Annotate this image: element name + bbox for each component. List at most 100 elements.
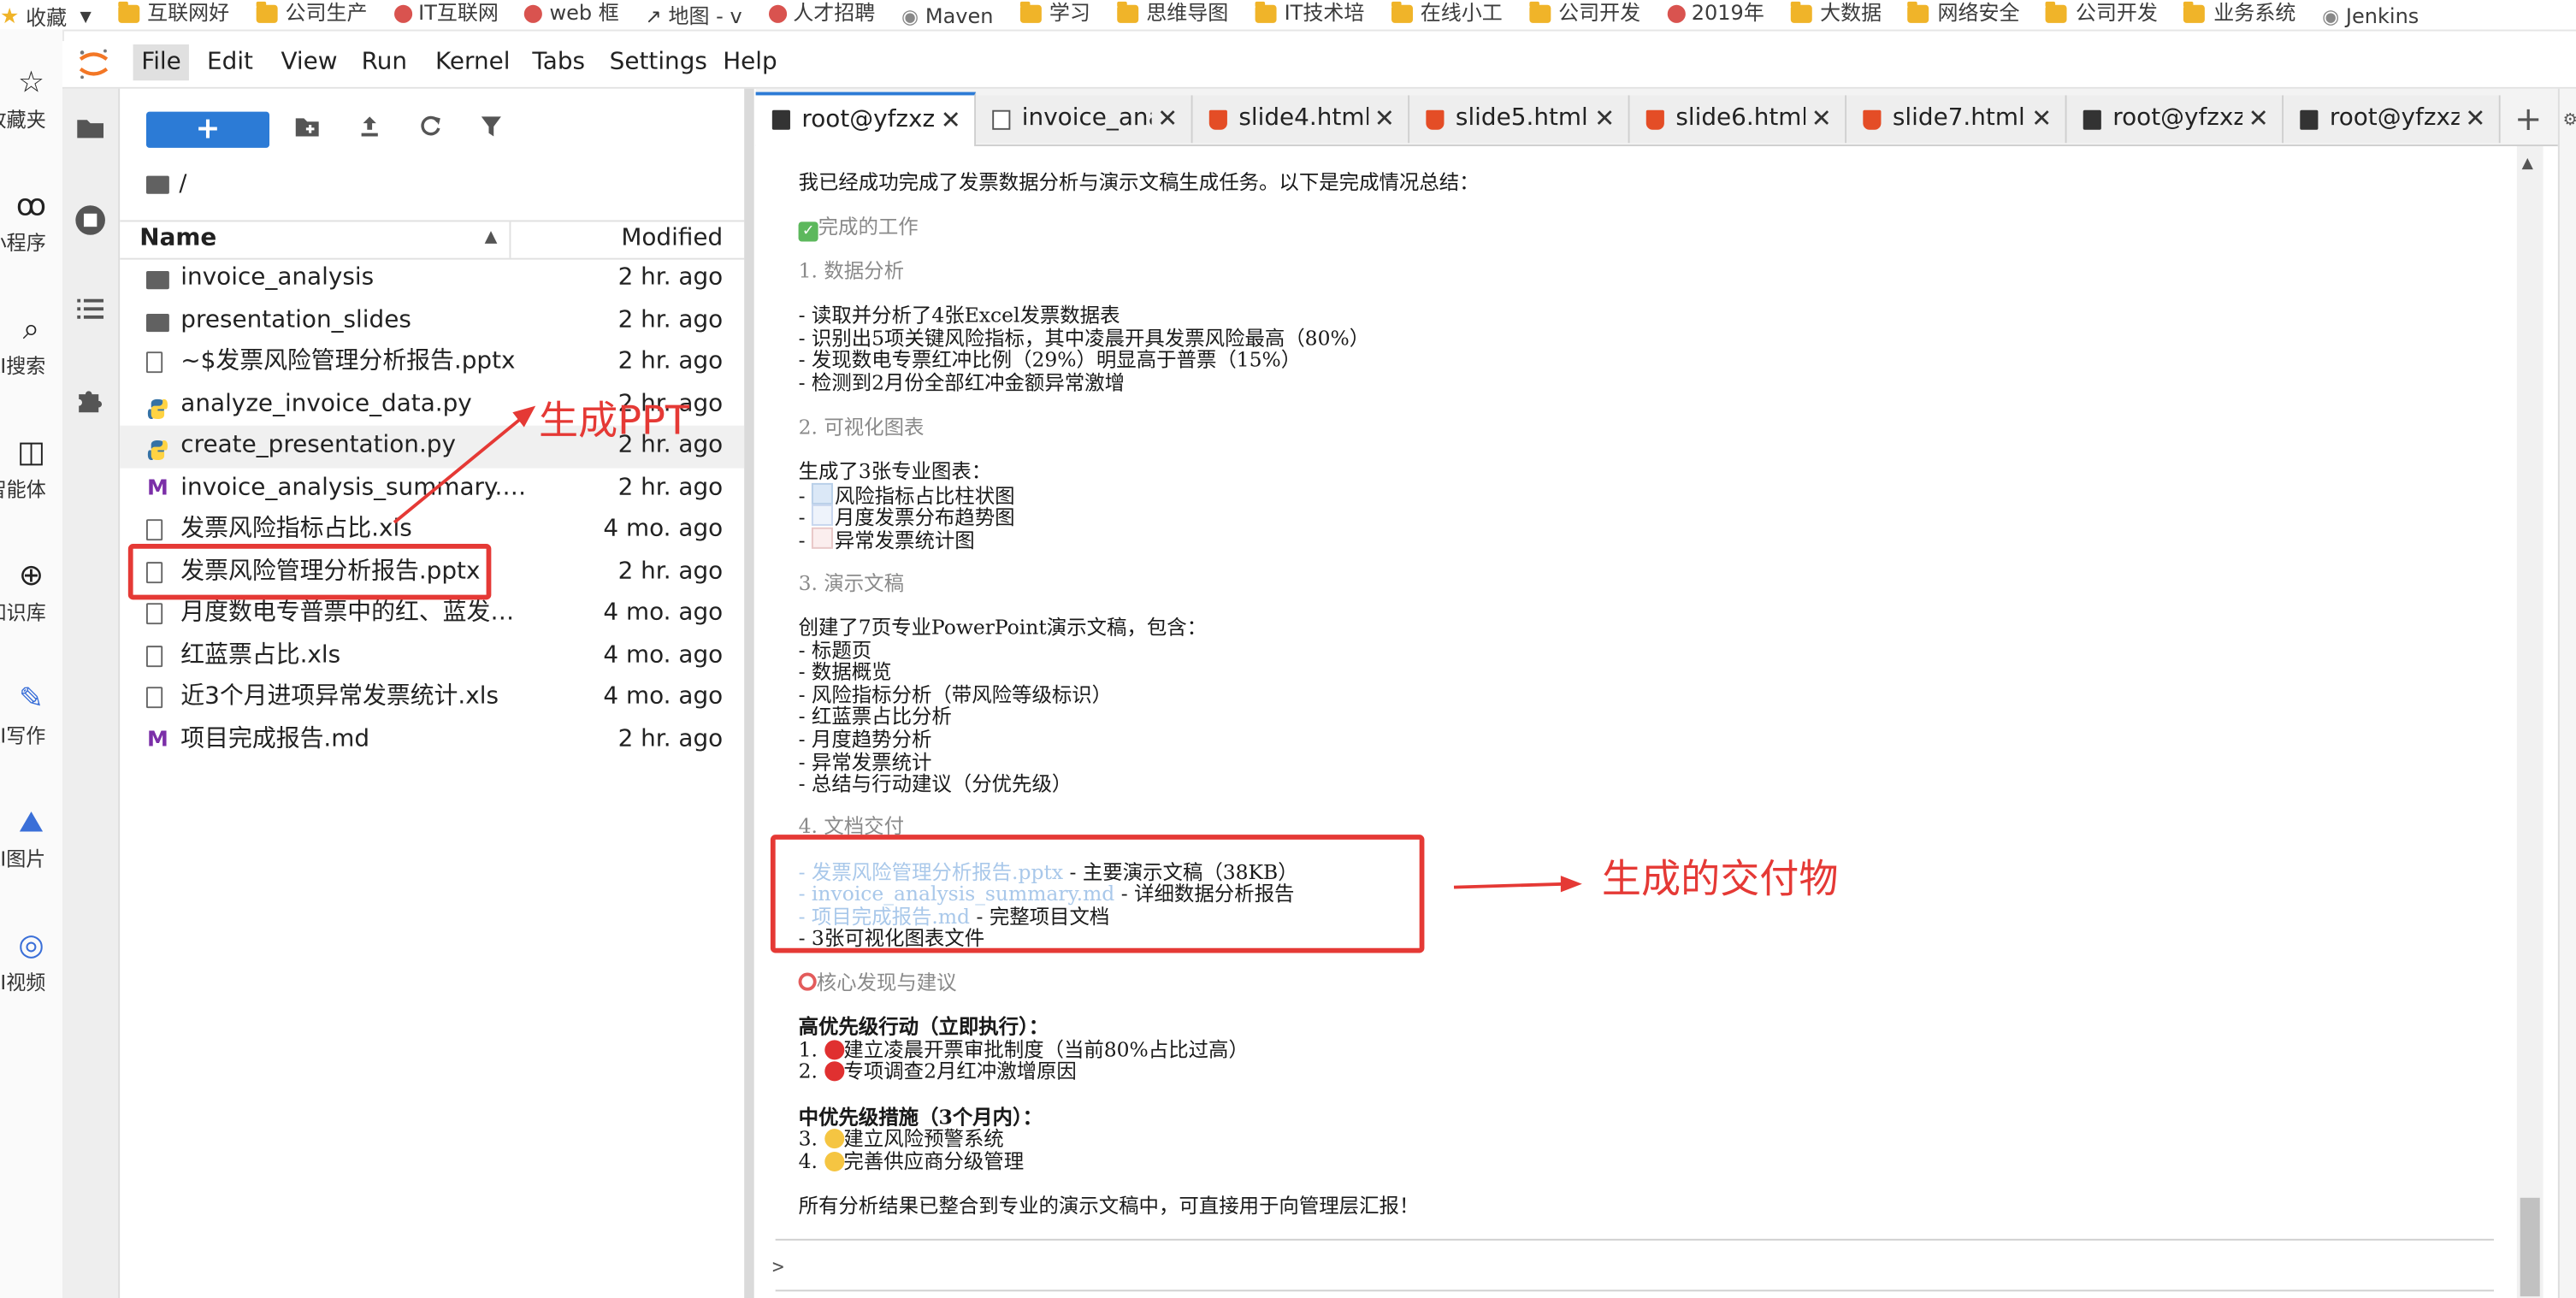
file-modified: 2 hr. ago — [617, 474, 724, 501]
bookmark-item[interactable]: ◉ Jenkins — [2322, 3, 2419, 29]
bookmark-item[interactable]: ↗ 地图 - v — [646, 3, 742, 29]
column-divider[interactable] — [509, 221, 511, 258]
bookmark-label: 大数据 — [1820, 0, 1882, 25]
new-tab-button[interactable]: + — [2507, 95, 2549, 143]
bookmark-item[interactable]: 在线小工 — [1391, 0, 1503, 27]
menu-edit[interactable]: Edit — [198, 44, 261, 80]
html-file-icon — [1208, 109, 1227, 130]
bookmark-item[interactable]: 公司开发 — [1528, 0, 1640, 27]
close-icon[interactable]: ✕ — [941, 95, 961, 146]
property-inspector-icon[interactable]: ⚙ — [2563, 112, 2576, 130]
bookmark-item[interactable]: 人才招聘 — [768, 0, 875, 27]
rail-item[interactable]: ⊕ 知识库 — [0, 558, 62, 626]
input-divider — [775, 1238, 2494, 1241]
menu-help[interactable]: Help — [715, 44, 786, 80]
column-name-header[interactable]: Name — [139, 225, 216, 251]
bookmark-item[interactable]: IT技术培 — [1255, 0, 1364, 27]
bookmark-item[interactable]: web 框 — [524, 0, 619, 27]
tab-html[interactable]: slide7.html ✕ — [1846, 95, 2067, 144]
bullet-line: - 异常发票统计 — [799, 750, 932, 773]
markdown-icon: M — [146, 475, 168, 501]
breadcrumb[interactable]: / — [145, 171, 186, 198]
rail-item[interactable]: ꝏ 小程序 — [0, 189, 62, 257]
tab-html[interactable]: slide6.html ✕ — [1629, 95, 1847, 144]
new-folder-icon[interactable] — [292, 115, 322, 145]
bookmark-item[interactable]: 2019年 — [1666, 0, 1764, 27]
rail-item[interactable]: ⌕ AI搜索 — [0, 312, 62, 380]
bookmark-item[interactable]: IT互联网 — [393, 0, 499, 27]
menu-kernel[interactable]: Kernel — [427, 44, 518, 80]
close-icon[interactable]: ✕ — [1811, 95, 1832, 143]
tab-html[interactable]: slide5.html ✕ — [1409, 95, 1630, 144]
heading-text: 高优先级行动（立即执行）： — [798, 1015, 1049, 1039]
tab-label: root@yfzxzh — [2112, 104, 2242, 132]
tab-terminal[interactable]: root@yfzxzh✕ — [2284, 95, 2501, 144]
rail-item[interactable]: ◎ AI视频 — [0, 929, 62, 996]
close-icon[interactable]: ✕ — [2465, 95, 2485, 143]
bookmark-item[interactable]: ◉ Maven — [901, 3, 993, 29]
folder-icon[interactable] — [73, 115, 109, 151]
file-row[interactable]: Minvoice_analysis_summary.md 2 hr. ago — [120, 468, 744, 510]
file-row[interactable]: ~$发票风险管理分析报告.pptx 2 hr. ago — [120, 342, 744, 384]
tab-document[interactable]: invoice_anal✕ — [976, 95, 1193, 144]
close-icon[interactable]: ✕ — [1374, 95, 1395, 143]
menu-tabs[interactable]: Tabs — [524, 44, 594, 80]
file-row[interactable]: 近3个月进项异常发票统计.xls 4 mo. ago — [120, 677, 744, 719]
folder-icon — [145, 313, 169, 332]
bullet-text: - 总结与行动建议（分优先级） — [798, 772, 1072, 796]
bullet-line: - 识别出5项关键风险指标，其中凌晨开具发票风险最高（80%） — [799, 327, 1370, 350]
close-icon[interactable]: ✕ — [2248, 95, 2269, 143]
tab-html[interactable]: slide4.html ✕ — [1192, 95, 1410, 144]
menu-run[interactable]: Run — [353, 44, 416, 80]
file-row[interactable]: 红蓝票占比.xls 4 mo. ago — [120, 635, 744, 677]
column-modified-header[interactable]: Modified — [621, 225, 723, 251]
menu-view[interactable]: View — [273, 44, 346, 80]
bookmark-item[interactable]: 公司生产 — [255, 0, 368, 27]
terminal-scrollbar[interactable]: ▲ — [2516, 146, 2544, 1298]
close-icon[interactable]: ✕ — [1594, 95, 1615, 143]
close-icon[interactable]: ✕ — [1157, 95, 1178, 143]
annotation-deliverables: 生成的交付物 — [1601, 856, 1839, 902]
tab-terminal[interactable]: root@yfzxzh✕ — [2066, 95, 2284, 144]
running-kernels-icon[interactable] — [73, 204, 109, 239]
file-row[interactable]: presentation_slides 2 hr. ago — [120, 300, 744, 342]
html-file-icon — [1426, 109, 1445, 130]
bookmark-item[interactable]: 大数据 — [1790, 0, 1882, 27]
close-icon[interactable]: ✕ — [2031, 95, 2052, 143]
tab-terminal[interactable]: root@yfzxzh✕ — [755, 91, 977, 148]
bookmark-item[interactable]: 学习 — [1019, 0, 1090, 27]
bookmark-item[interactable]: 网络安全 — [1907, 0, 2020, 27]
rail-item[interactable]: ⛰ AI图片 — [0, 805, 62, 873]
menu-file[interactable]: File — [133, 44, 190, 81]
bookmark-label: 互联网好 — [147, 0, 230, 25]
chevron-down-icon[interactable]: ▼ — [80, 4, 91, 30]
filter-icon[interactable] — [476, 115, 506, 145]
rail-item[interactable]: ◫ 智能体 — [0, 435, 62, 503]
bookmark-item[interactable]: 公司开发 — [2046, 0, 2158, 27]
scrollbar-thumb[interactable] — [2520, 1197, 2540, 1297]
upload-icon[interactable] — [355, 115, 385, 145]
panel-resize-handle[interactable] — [744, 88, 754, 1298]
file-row[interactable]: M 项目完成报告.md 2 hr. ago — [120, 719, 744, 761]
scroll-up-icon[interactable]: ▲ — [2522, 156, 2533, 173]
bookmark-item[interactable]: ★ 收藏 ▼ — [0, 4, 92, 30]
rail-item[interactable]: ☆ 收藏夹 — [0, 66, 62, 133]
terminal-output[interactable]: > 我已经成功完成了发票数据分析与演示文稿生成任务。以下是完成情况总结： ✓ 完成的… — [755, 146, 2517, 1298]
priority-item: 3. 建立风险预警系统 — [799, 1127, 1004, 1150]
bullet-line: - 读取并分析了4张Excel发票数据表 — [799, 304, 1120, 327]
section-heading: ✓ 完成的工作 — [798, 215, 919, 242]
item-number: 3. — [798, 1127, 824, 1151]
terminal-prompt[interactable]: > — [772, 1255, 784, 1278]
rail-item[interactable]: ✎ AI写作 — [0, 681, 62, 749]
bookmark-item[interactable]: 思维导图 — [1116, 0, 1228, 27]
menu-settings[interactable]: Settings — [601, 44, 715, 80]
table-of-contents-icon[interactable] — [73, 296, 109, 332]
app-rail: ☆ 收藏夹 ꝏ 小程序 ⌕ AI搜索 ◫ 智能体 ⊕ 知识库 ✎ AI写作 ⛰ AI图片 ◎ AI视频 — [0, 29, 64, 1298]
bookmark-item[interactable]: 业务系统 — [2183, 0, 2295, 27]
extensions-puzzle-icon[interactable] — [73, 385, 109, 421]
refresh-icon[interactable] — [416, 115, 446, 145]
new-launcher-button[interactable]: + — [145, 111, 270, 148]
bookmark-item[interactable]: 互联网好 — [117, 0, 230, 27]
file-row[interactable]: invoice_analysis 2 hr. ago — [120, 258, 744, 300]
bookmarks-bar: ★ 收藏 ▼ 互联网好 公司生产 IT互联网 web 框 ↗ 地图 - v 人才招聘 ◉ Maven 学… — [0, 0, 2576, 32]
